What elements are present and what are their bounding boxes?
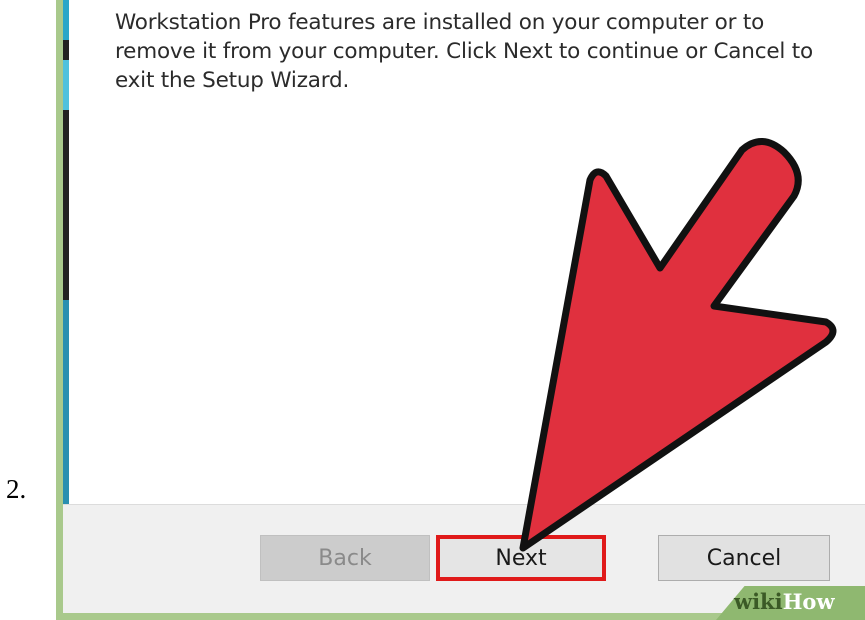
wizard-description: Workstation Pro features are installed o… <box>115 10 813 93</box>
setup-wizard-window: Workstation Pro features are installed o… <box>56 0 865 620</box>
watermark-suffix: How <box>782 589 835 614</box>
watermark-prefix: wiki <box>734 589 783 614</box>
next-button[interactable]: Next <box>436 535 606 581</box>
back-button[interactable]: Back <box>260 535 430 581</box>
wizard-screenshot: 2. Workstation Pro features are installe… <box>0 0 865 620</box>
wizard-content-panel: Workstation Pro features are installed o… <box>63 0 865 504</box>
step-number: 2. <box>6 474 27 504</box>
watermark: wikiHow <box>734 589 835 614</box>
wizard-side-banner <box>63 0 69 504</box>
cancel-button[interactable]: Cancel <box>658 535 830 581</box>
